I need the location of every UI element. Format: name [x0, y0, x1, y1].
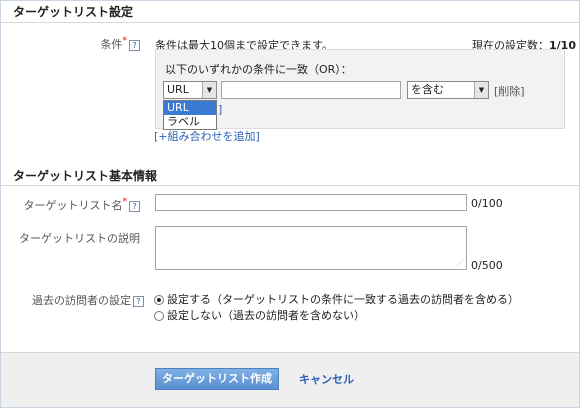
operator-select[interactable]: を含む ▼	[407, 81, 489, 99]
radio-include-option[interactable]: 設定する（ターゲットリストの条件に一致する過去の訪問者を含める）	[154, 291, 519, 307]
field-select-value: URL	[167, 83, 189, 96]
dropdown-option-label[interactable]: ラベル	[164, 115, 216, 129]
radio-exclude-label[interactable]: 設定しない（過去の訪問者を含めない）	[167, 309, 365, 322]
section-title-basic-info: ターゲットリスト基本情報	[1, 166, 579, 186]
chevron-down-icon[interactable]: ▼	[202, 82, 216, 98]
section-title-target-settings: ターゲットリスト設定	[1, 1, 579, 23]
description-label: ターゲットリストの説明	[19, 232, 140, 245]
footer-bar	[1, 352, 579, 407]
radio-exclude-option[interactable]: 設定しない（過去の訪問者を含めない）	[154, 307, 365, 323]
radio-include-button[interactable]	[154, 295, 164, 305]
field-select[interactable]: URL ▼	[163, 81, 217, 99]
condition-value-input[interactable]	[221, 81, 401, 99]
name-label-row: ターゲットリスト名*?	[10, 197, 140, 213]
help-icon[interactable]: ?	[129, 200, 140, 212]
target-list-name-input[interactable]	[155, 194, 467, 211]
match-rule-text: 以下のいずれかの条件に一致（OR）：	[165, 63, 352, 76]
condition-label: 条件	[100, 38, 123, 51]
required-icon: *	[122, 36, 128, 46]
past-visitors-label: 過去の訪問者の設定	[32, 294, 131, 307]
operator-select-value: を含む	[411, 83, 444, 96]
description-counter: 0/500	[471, 259, 503, 272]
create-target-list-button[interactable]: ターゲットリスト作成	[155, 368, 279, 390]
add-combination-link[interactable]: [+組み合わせを追加]	[154, 128, 260, 144]
required-icon: *	[122, 197, 128, 207]
cancel-link[interactable]: キャンセル	[299, 371, 354, 387]
condition-label-row: 条件*?	[60, 36, 140, 52]
name-counter: 0/100	[471, 197, 503, 210]
help-icon[interactable]: ?	[129, 39, 140, 51]
resize-icon[interactable]: ⋰	[457, 259, 464, 267]
delete-condition-link[interactable]: [削除]	[494, 83, 525, 99]
dropdown-option-url[interactable]: URL	[164, 101, 216, 115]
description-textarea[interactable]: ⋰	[155, 226, 467, 270]
radio-exclude-button[interactable]	[154, 311, 164, 321]
chevron-down-icon[interactable]: ▼	[474, 82, 488, 98]
past-visitors-label-row: 過去の訪問者の設定?	[10, 292, 144, 308]
help-icon[interactable]: ?	[133, 295, 144, 307]
field-dropdown-list: URL ラベル	[163, 100, 217, 130]
add-condition-link-partial[interactable]: ]	[218, 103, 222, 116]
radio-include-label[interactable]: 設定する（ターゲットリストの条件に一致する過去の訪問者を含める）	[167, 293, 519, 306]
name-label: ターゲットリスト名	[23, 199, 123, 212]
